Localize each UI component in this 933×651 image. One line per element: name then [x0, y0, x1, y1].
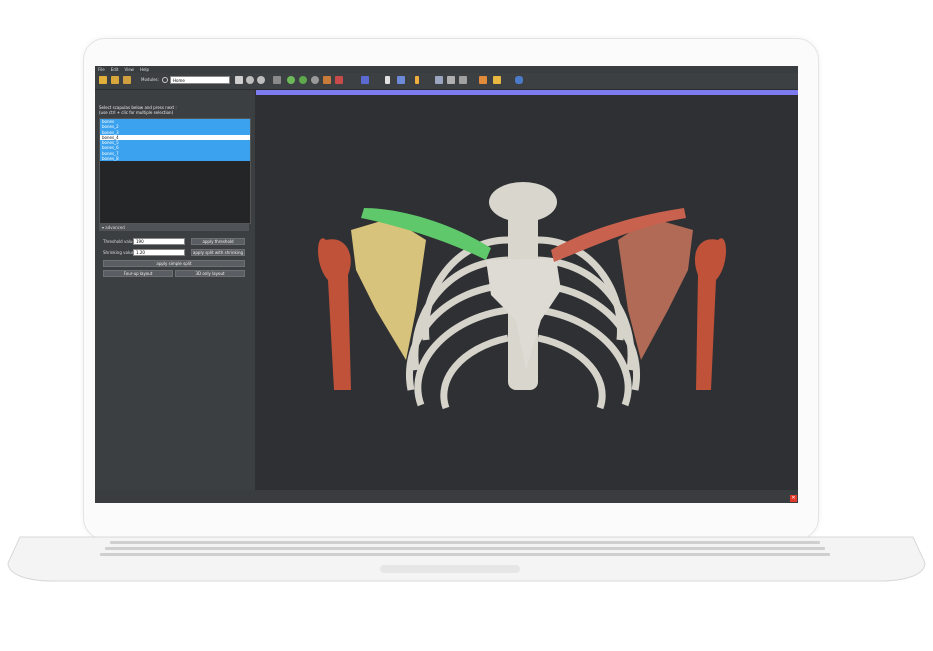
threshold-input[interactable]: 190: [133, 238, 185, 245]
threshold-label: Threshold value:: [103, 239, 137, 244]
load-data-icon[interactable]: [99, 76, 107, 84]
status-bar: ✕: [95, 490, 798, 503]
shrinking-label: Shrinking value:: [103, 250, 136, 255]
forward-icon[interactable]: [257, 76, 265, 84]
volumes-icon[interactable]: [299, 76, 307, 84]
models-icon[interactable]: [311, 76, 319, 84]
screenshot-icon[interactable]: [493, 76, 501, 84]
left-humerus: [318, 238, 351, 390]
3d-only-layout-button[interactable]: 3D only layout: [175, 270, 245, 277]
modules-label: Modules:: [141, 77, 159, 82]
markups-icon[interactable]: [335, 76, 343, 84]
advanced-label: advanced: [105, 225, 125, 230]
error-log-icon[interactable]: ✕: [790, 495, 797, 502]
zoom-icon[interactable]: [459, 76, 467, 84]
ruler-icon[interactable]: [415, 76, 419, 84]
trackpad-notch: [380, 565, 520, 573]
window-level-icon[interactable]: [479, 76, 487, 84]
data-icon[interactable]: [287, 76, 295, 84]
menu-bar: File Edit View Help: [95, 66, 798, 73]
save-icon[interactable]: [123, 76, 131, 84]
3d-viewport[interactable]: [256, 90, 798, 490]
apply-threshold-button[interactable]: apply threshold: [191, 238, 245, 245]
apply-split-shrinking-button[interactable]: apply split with shrinking: [191, 249, 245, 256]
list-item[interactable]: bones_8: [100, 156, 250, 162]
module-panel: Select scapulas below and press next : (…: [95, 90, 255, 503]
instruction-line-2: (use ctrl + clic for multiple selection): [99, 110, 174, 115]
view-icon[interactable]: [361, 76, 369, 84]
right-humerus: [694, 238, 726, 390]
python-icon[interactable]: [515, 76, 523, 84]
instruction-text: Select scapulas below and press next : (…: [99, 105, 177, 115]
laptop-base: [7, 536, 926, 582]
module-select[interactable]: Home: [170, 76, 230, 84]
advanced-section-toggle[interactable]: ▾ advanced: [99, 224, 249, 231]
scapula-list[interactable]: bones bones_2 bones_3 bones_4 bones_5 bo…: [99, 118, 251, 224]
four-up-layout-button[interactable]: Four-up layout: [103, 270, 173, 277]
layout-icon[interactable]: [435, 76, 443, 84]
search-icon[interactable]: [162, 77, 168, 83]
menu-view[interactable]: View: [124, 67, 134, 72]
apply-simple-split-button[interactable]: apply simple split: [103, 260, 245, 267]
module-history-icon[interactable]: [235, 76, 243, 84]
shrinking-input[interactable]: 1.20: [133, 249, 185, 256]
menu-file[interactable]: File: [98, 67, 105, 72]
menu-edit[interactable]: Edit: [111, 67, 119, 72]
crosshair-icon[interactable]: [447, 76, 455, 84]
upper-vertebra: [489, 182, 557, 222]
extension-icon[interactable]: [273, 76, 281, 84]
app-window: File Edit View Help Modules: Home Select sc…: [95, 66, 798, 503]
back-icon[interactable]: [246, 76, 254, 84]
load-dicom-icon[interactable]: [111, 76, 119, 84]
toolbar: Modules: Home: [95, 73, 798, 90]
menu-help[interactable]: Help: [140, 67, 149, 72]
pointer-icon[interactable]: [385, 76, 390, 84]
fiducial-icon[interactable]: [397, 76, 405, 84]
keyboard: [100, 541, 830, 556]
transforms-icon[interactable]: [323, 76, 331, 84]
